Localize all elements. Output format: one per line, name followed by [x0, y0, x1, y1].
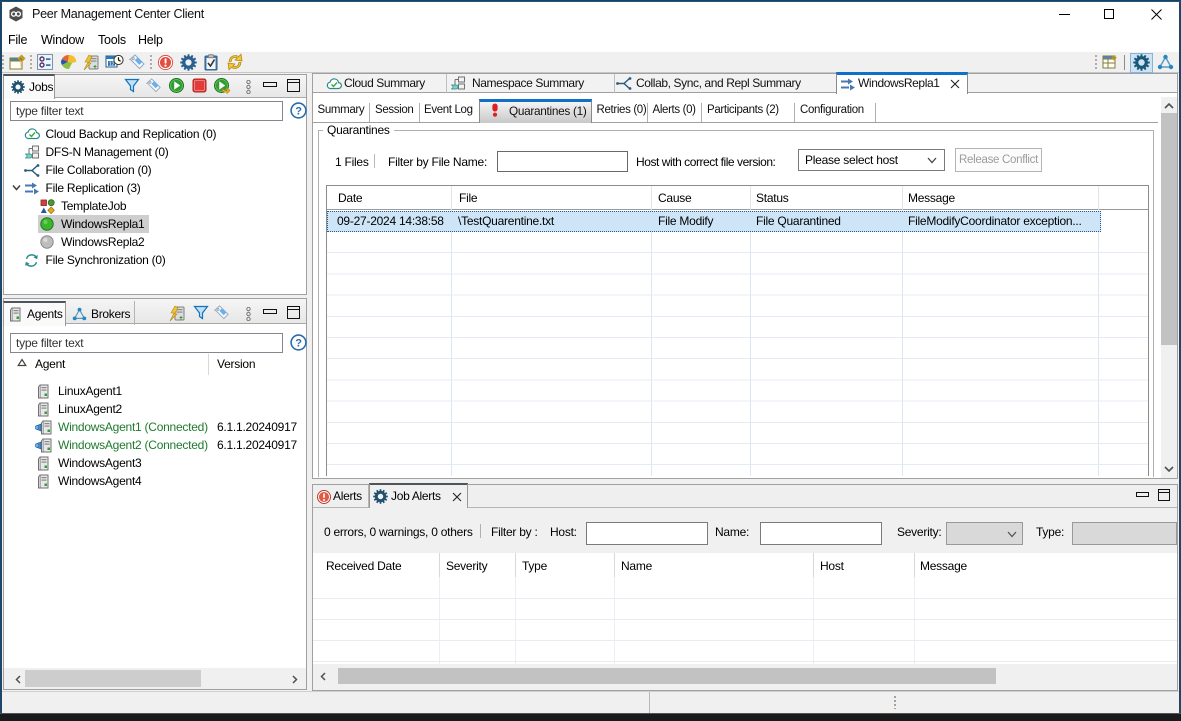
svg-text:12: 12	[109, 62, 115, 68]
svg-text:?: ?	[295, 105, 302, 117]
svg-text:?: ?	[295, 337, 302, 349]
